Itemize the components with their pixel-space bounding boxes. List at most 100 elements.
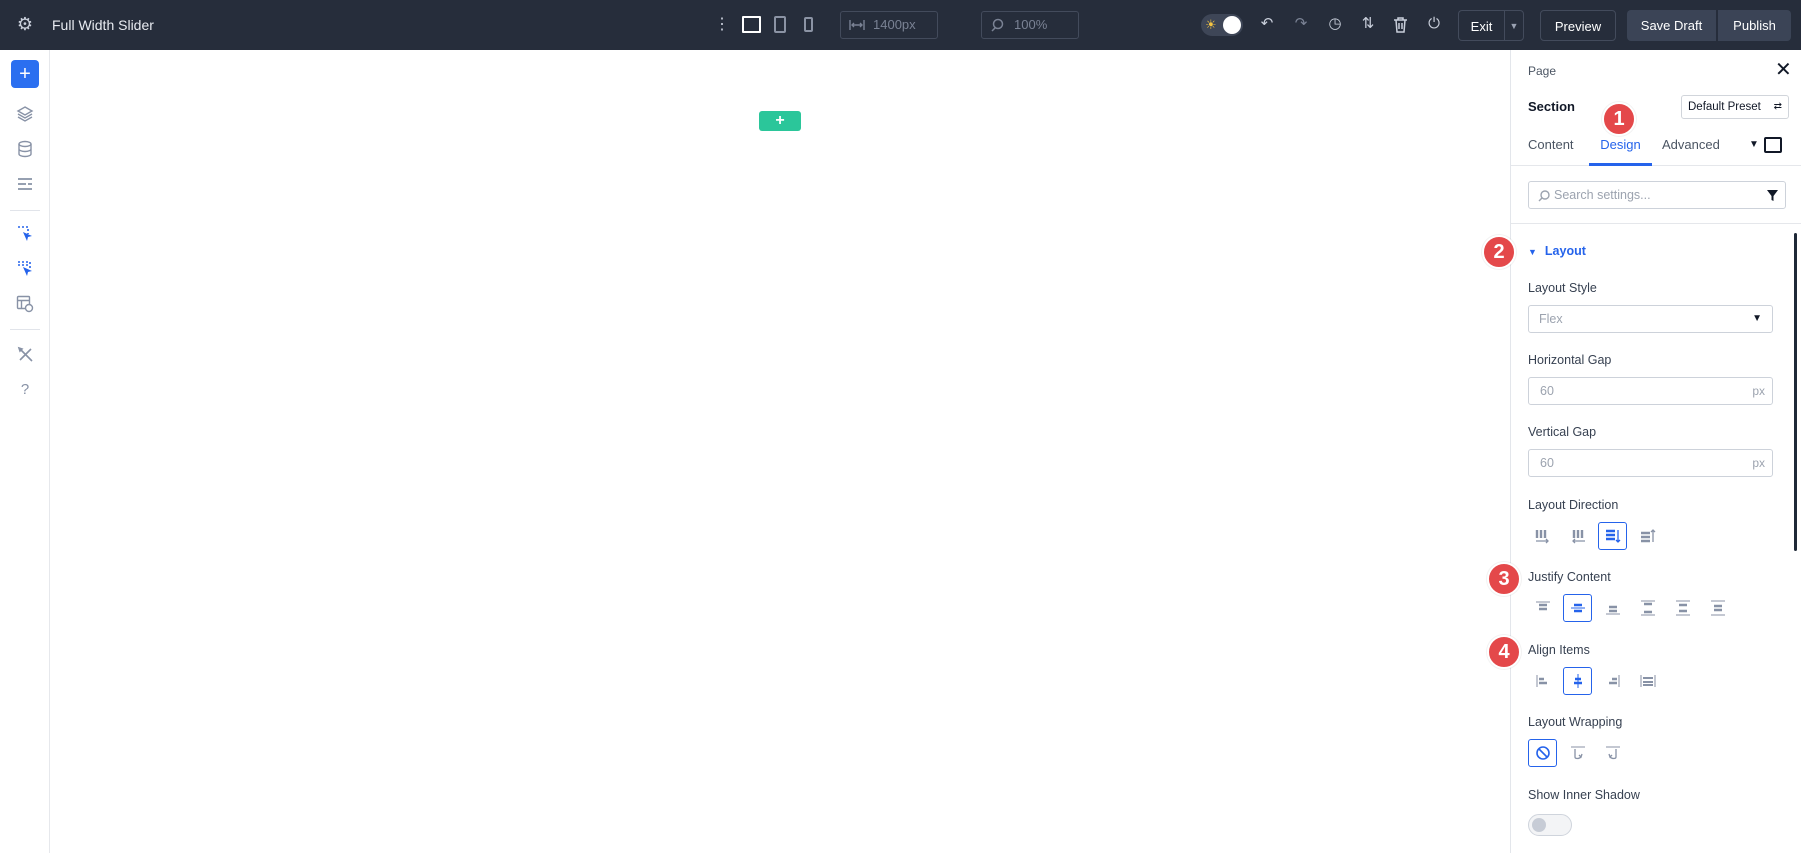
horizontal-gap-unit: px	[1752, 384, 1765, 398]
multi-select-icon[interactable]	[11, 255, 39, 283]
add-row-button[interactable]: +	[759, 111, 801, 131]
database-icon[interactable]	[11, 135, 39, 163]
chevron-down-icon: ▼	[1752, 313, 1762, 324]
zoom-input[interactable]: 100%	[981, 11, 1079, 39]
desktop-view-icon[interactable]	[742, 16, 761, 33]
more-vertical-icon[interactable]: ⋮	[714, 14, 730, 36]
gear-icon[interactable]: ⚙	[13, 13, 37, 35]
wrap-reverse-icon[interactable]	[1598, 739, 1627, 767]
horizontal-gap-input[interactable]: 60 px	[1528, 377, 1773, 405]
left-toolbar: + ?	[0, 50, 50, 853]
inner-shadow-label: Show Inner Shadow	[1528, 788, 1640, 802]
callout-badge-3: 3	[1487, 562, 1521, 596]
toolbar-divider	[10, 329, 40, 330]
preset-settings-icon: ⇄	[1773, 101, 1782, 112]
save-draft-button[interactable]: Save Draft	[1627, 10, 1716, 41]
settings-panel: Page ✕ Section Default Preset ⇄ Content …	[1510, 50, 1801, 853]
tab-advanced[interactable]: Advanced	[1662, 132, 1720, 166]
panel-element-title: Section	[1528, 99, 1575, 114]
align-items-label: Align Items	[1528, 643, 1590, 657]
filter-icon[interactable]	[1766, 189, 1779, 202]
tablet-view-icon[interactable]	[774, 16, 786, 33]
direction-row-icon[interactable]	[1528, 522, 1557, 550]
callout-badge-1: 1	[1602, 102, 1636, 136]
zoom-icon	[991, 18, 1004, 32]
caret-down-icon: ▼	[1528, 247, 1537, 257]
canvas-width-input[interactable]: 1400px	[840, 11, 938, 39]
preset-label: Default Preset	[1688, 101, 1761, 113]
template-preview-icon[interactable]	[11, 290, 39, 318]
no-wrap-icon[interactable]	[1528, 739, 1557, 767]
layout-wrapping-label: Layout Wrapping	[1528, 715, 1623, 729]
justify-center-icon[interactable]	[1563, 594, 1592, 622]
toggle-knob	[1223, 16, 1241, 34]
sort-icon[interactable]: ⇅	[1358, 13, 1378, 35]
top-bar: ⚙ Full Width Slider ⋮ 1400px 100% ☀ ↶ ↷ …	[0, 0, 1801, 50]
justify-space-around-icon[interactable]	[1668, 594, 1697, 622]
responsive-toggle-icon[interactable]	[1764, 137, 1782, 153]
width-icon	[849, 20, 865, 30]
tools-icon[interactable]	[11, 340, 39, 368]
settings-search-input[interactable]: Search settings...	[1528, 181, 1786, 209]
callout-badge-4: 4	[1487, 635, 1521, 669]
layout-style-select[interactable]: Flex ▼	[1528, 305, 1773, 333]
layout-group-title: Layout	[1544, 244, 1586, 258]
select-element-icon[interactable]	[11, 220, 39, 248]
power-icon[interactable]: ⏻	[1424, 13, 1444, 35]
preset-dropdown[interactable]: Default Preset ⇄	[1681, 95, 1789, 119]
phone-view-icon[interactable]	[804, 17, 813, 32]
vertical-gap-unit: px	[1752, 456, 1765, 470]
page-title: Full Width Slider	[52, 17, 154, 33]
sun-icon: ☀	[1205, 17, 1217, 32]
zoom-value: 100%	[1014, 17, 1048, 32]
close-icon[interactable]: ✕	[1775, 60, 1792, 80]
fields-icon[interactable]	[11, 170, 39, 198]
add-module-button[interactable]: +	[11, 60, 39, 88]
justify-space-evenly-icon[interactable]	[1703, 594, 1732, 622]
search-icon	[1538, 190, 1550, 202]
undo-icon[interactable]: ↶	[1257, 13, 1277, 35]
layout-group-toggle[interactable]: ▼ Layout	[1528, 244, 1586, 258]
direction-column-icon[interactable]	[1598, 522, 1627, 550]
tabs-dropdown-icon[interactable]: ▼	[1749, 132, 1759, 158]
justify-end-icon[interactable]	[1598, 594, 1627, 622]
align-end-icon[interactable]	[1598, 667, 1627, 695]
callout-badge-2: 2	[1482, 235, 1516, 269]
exit-button[interactable]: Exit	[1458, 10, 1504, 41]
canvas-width-value: 1400px	[873, 17, 916, 32]
exit-dropdown-button[interactable]: ▼	[1504, 10, 1524, 41]
direction-row-reverse-icon[interactable]	[1563, 522, 1592, 550]
layout-style-label: Layout Style	[1528, 281, 1597, 295]
justify-space-between-icon[interactable]	[1633, 594, 1662, 622]
redo-icon[interactable]: ↷	[1291, 13, 1311, 35]
panel-tabs: Content Design Advanced ▼	[1511, 132, 1801, 166]
layout-direction-label: Layout Direction	[1528, 498, 1619, 512]
trash-icon[interactable]	[1392, 16, 1409, 34]
panel-scrollbar[interactable]	[1794, 233, 1797, 551]
justify-start-icon[interactable]	[1528, 594, 1557, 622]
horizontal-gap-label: Horizontal Gap	[1528, 353, 1612, 367]
wrap-icon[interactable]	[1563, 739, 1592, 767]
align-center-icon[interactable]	[1563, 667, 1592, 695]
layout-style-value: Flex	[1539, 312, 1563, 326]
layout-wrapping-options	[1528, 739, 1788, 767]
align-items-options	[1528, 667, 1788, 695]
publish-button[interactable]: Publish	[1718, 10, 1791, 41]
vertical-gap-input[interactable]: 60 px	[1528, 449, 1773, 477]
history-icon[interactable]: ◷	[1325, 13, 1345, 35]
vertical-gap-label: Vertical Gap	[1528, 425, 1597, 439]
justify-content-label: Justify Content	[1528, 570, 1611, 584]
direction-column-reverse-icon[interactable]	[1633, 522, 1662, 550]
horizontal-gap-value: 60	[1540, 384, 1554, 398]
layers-icon[interactable]	[11, 100, 39, 128]
align-stretch-icon[interactable]	[1633, 667, 1662, 695]
tab-design[interactable]: Design	[1589, 132, 1652, 166]
help-icon[interactable]: ?	[11, 375, 39, 403]
layout-direction-options	[1528, 522, 1788, 550]
tab-content[interactable]: Content	[1528, 132, 1574, 166]
panel-breadcrumb[interactable]: Page	[1528, 64, 1556, 78]
align-start-icon[interactable]	[1528, 667, 1557, 695]
inner-shadow-toggle[interactable]	[1528, 814, 1572, 836]
theme-toggle[interactable]: ☀	[1201, 14, 1243, 36]
preview-button[interactable]: Preview	[1540, 10, 1616, 41]
